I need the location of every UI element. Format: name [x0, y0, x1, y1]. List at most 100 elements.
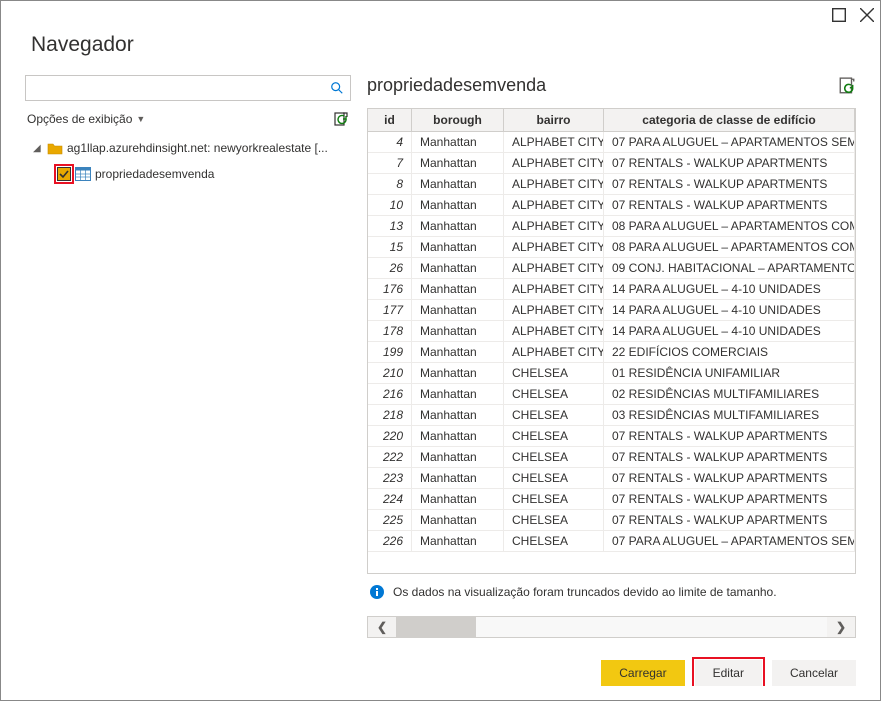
cell-bairro: CHELSEA	[504, 405, 604, 425]
table-row[interactable]: 216ManhattanCHELSEA02 RESIDÊNCIAS MULTIF…	[368, 384, 855, 405]
table-row[interactable]: 176ManhattanALPHABET CITY14 PARA ALUGUEL…	[368, 279, 855, 300]
cell-id: 224	[368, 489, 412, 509]
table-row[interactable]: 7ManhattanALPHABET CITY07 RENTALS - WALK…	[368, 153, 855, 174]
table-row[interactable]: 177ManhattanALPHABET CITY14 PARA ALUGUEL…	[368, 300, 855, 321]
cell-borough: Manhattan	[412, 489, 504, 509]
chevron-down-icon: ▼	[136, 114, 145, 124]
cell-borough: Manhattan	[412, 468, 504, 488]
table-row[interactable]: 26ManhattanALPHABET CITY09 CONJ. HABITAC…	[368, 258, 855, 279]
tree-collapse-icon[interactable]: ◢	[33, 143, 43, 154]
cell-category: 07 PARA ALUGUEL – APARTAMENTOS SEM ELEVA…	[604, 132, 855, 152]
cell-bairro: ALPHABET CITY	[504, 258, 604, 278]
cell-category: 01 RESIDÊNCIA UNIFAMILIAR	[604, 363, 855, 383]
table-row[interactable]: 10ManhattanALPHABET CITY07 RENTALS - WAL…	[368, 195, 855, 216]
cell-category: 02 RESIDÊNCIAS MULTIFAMILIARES	[604, 384, 855, 404]
panes: Opções de exibição ▼ ◢ ag1llap.azurehdin…	[25, 75, 856, 686]
scroll-track[interactable]	[396, 617, 827, 637]
cell-bairro: ALPHABET CITY	[504, 174, 604, 194]
cell-bairro: ALPHABET CITY	[504, 195, 604, 215]
cell-id: 13	[368, 216, 412, 236]
cell-bairro: CHELSEA	[504, 468, 604, 488]
cell-borough: Manhattan	[412, 447, 504, 467]
search-input[interactable]	[32, 81, 330, 95]
cell-bairro: CHELSEA	[504, 426, 604, 446]
col-id[interactable]: id	[368, 109, 412, 131]
maximize-icon[interactable]	[832, 8, 846, 22]
cell-bairro: ALPHABET CITY	[504, 321, 604, 341]
cell-bairro: CHELSEA	[504, 447, 604, 467]
col-category[interactable]: categoria de classe de edifício	[604, 109, 855, 131]
table-row[interactable]: 13ManhattanALPHABET CITY08 PARA ALUGUEL …	[368, 216, 855, 237]
table-row[interactable]: 225ManhattanCHELSEA07 RENTALS - WALKUP A…	[368, 510, 855, 531]
cell-bairro: CHELSEA	[504, 363, 604, 383]
cell-id: 177	[368, 300, 412, 320]
cell-borough: Manhattan	[412, 321, 504, 341]
table-row[interactable]: 178ManhattanALPHABET CITY14 PARA ALUGUEL…	[368, 321, 855, 342]
cell-category: 08 PARA ALUGUEL – APARTAMENTOS COM ELEVA…	[604, 237, 855, 257]
edit-button[interactable]: Editar	[695, 660, 762, 686]
display-options-row: Opções de exibição ▼	[27, 111, 349, 127]
cell-borough: Manhattan	[412, 132, 504, 152]
cell-id: 199	[368, 342, 412, 362]
cell-borough: Manhattan	[412, 300, 504, 320]
table-row[interactable]: 8ManhattanALPHABET CITY07 RENTALS - WALK…	[368, 174, 855, 195]
cell-category: 08 PARA ALUGUEL – APARTAMENTOS COM ELEVA…	[604, 216, 855, 236]
scroll-right-icon[interactable]: ❯	[827, 617, 855, 637]
cell-id: 220	[368, 426, 412, 446]
cell-id: 222	[368, 447, 412, 467]
table-row[interactable]: 226ManhattanCHELSEA07 PARA ALUGUEL – APA…	[368, 531, 855, 552]
display-options-dropdown[interactable]: Opções de exibição ▼	[27, 112, 145, 126]
close-icon[interactable]	[860, 8, 874, 22]
navigator-window: Navegador Opções de exibição ▼	[0, 0, 881, 701]
horizontal-scrollbar[interactable]: ❮ ❯	[367, 616, 856, 638]
cell-category: 14 PARA ALUGUEL – 4-10 UNIDADES	[604, 279, 855, 299]
scroll-left-icon[interactable]: ❮	[368, 617, 396, 637]
search-icon[interactable]	[330, 81, 344, 95]
info-icon	[369, 584, 385, 600]
folder-icon	[47, 141, 63, 155]
table-row[interactable]: 222ManhattanCHELSEA07 RENTALS - WALKUP A…	[368, 447, 855, 468]
right-pane: propriedadesemvenda id borough bairro ca…	[367, 75, 856, 686]
table-row[interactable]: 199ManhattanALPHABET CITY22 EDIFÍCIOS CO…	[368, 342, 855, 363]
table-row[interactable]: 224ManhattanCHELSEA07 RENTALS - WALKUP A…	[368, 489, 855, 510]
preview-refresh-icon[interactable]	[838, 77, 856, 95]
table-icon	[75, 167, 91, 181]
table-row[interactable]: 218ManhattanCHELSEA03 RESIDÊNCIAS MULTIF…	[368, 405, 855, 426]
tree-node-root[interactable]: ◢ ag1llap.azurehdinsight.net: newyorkrea…	[25, 135, 351, 161]
button-row: Carregar Editar Cancelar	[367, 660, 856, 686]
table-row[interactable]: 223ManhattanCHELSEA07 RENTALS - WALKUP A…	[368, 468, 855, 489]
cell-id: 218	[368, 405, 412, 425]
cell-id: 26	[368, 258, 412, 278]
preview-title: propriedadesemvenda	[367, 75, 546, 96]
refresh-icon[interactable]	[333, 111, 349, 127]
table-row[interactable]: 15ManhattanALPHABET CITY08 PARA ALUGUEL …	[368, 237, 855, 258]
cell-bairro: ALPHABET CITY	[504, 132, 604, 152]
cell-category: 07 RENTALS - WALKUP APARTMENTS	[604, 510, 855, 530]
scroll-thumb[interactable]	[396, 617, 476, 637]
cell-id: 226	[368, 531, 412, 551]
cell-id: 178	[368, 321, 412, 341]
cell-borough: Manhattan	[412, 510, 504, 530]
tree-node-child[interactable]: propriedadesemvenda	[25, 161, 351, 187]
cell-bairro: ALPHABET CITY	[504, 216, 604, 236]
col-borough[interactable]: borough	[412, 109, 504, 131]
cell-category: 07 RENTALS - WALKUP APARTMENTS	[604, 153, 855, 173]
load-button[interactable]: Carregar	[601, 660, 684, 686]
cell-id: 7	[368, 153, 412, 173]
cell-id: 15	[368, 237, 412, 257]
cell-id: 8	[368, 174, 412, 194]
col-bairro[interactable]: bairro	[504, 109, 604, 131]
tree-checkbox[interactable]	[57, 167, 71, 181]
table-row[interactable]: 220ManhattanCHELSEA07 RENTALS - WALKUP A…	[368, 426, 855, 447]
cell-borough: Manhattan	[412, 531, 504, 551]
cell-bairro: ALPHABET CITY	[504, 342, 604, 362]
info-text: Os dados na visualização foram truncados…	[393, 585, 777, 599]
table-row[interactable]: 4ManhattanALPHABET CITY07 PARA ALUGUEL –…	[368, 132, 855, 153]
cell-borough: Manhattan	[412, 174, 504, 194]
display-options-label: Opções de exibição	[27, 112, 132, 126]
grid-body[interactable]: 4ManhattanALPHABET CITY07 PARA ALUGUEL –…	[368, 132, 855, 573]
cell-borough: Manhattan	[412, 384, 504, 404]
table-row[interactable]: 210ManhattanCHELSEA01 RESIDÊNCIA UNIFAMI…	[368, 363, 855, 384]
cancel-button[interactable]: Cancelar	[772, 660, 856, 686]
cell-bairro: CHELSEA	[504, 384, 604, 404]
